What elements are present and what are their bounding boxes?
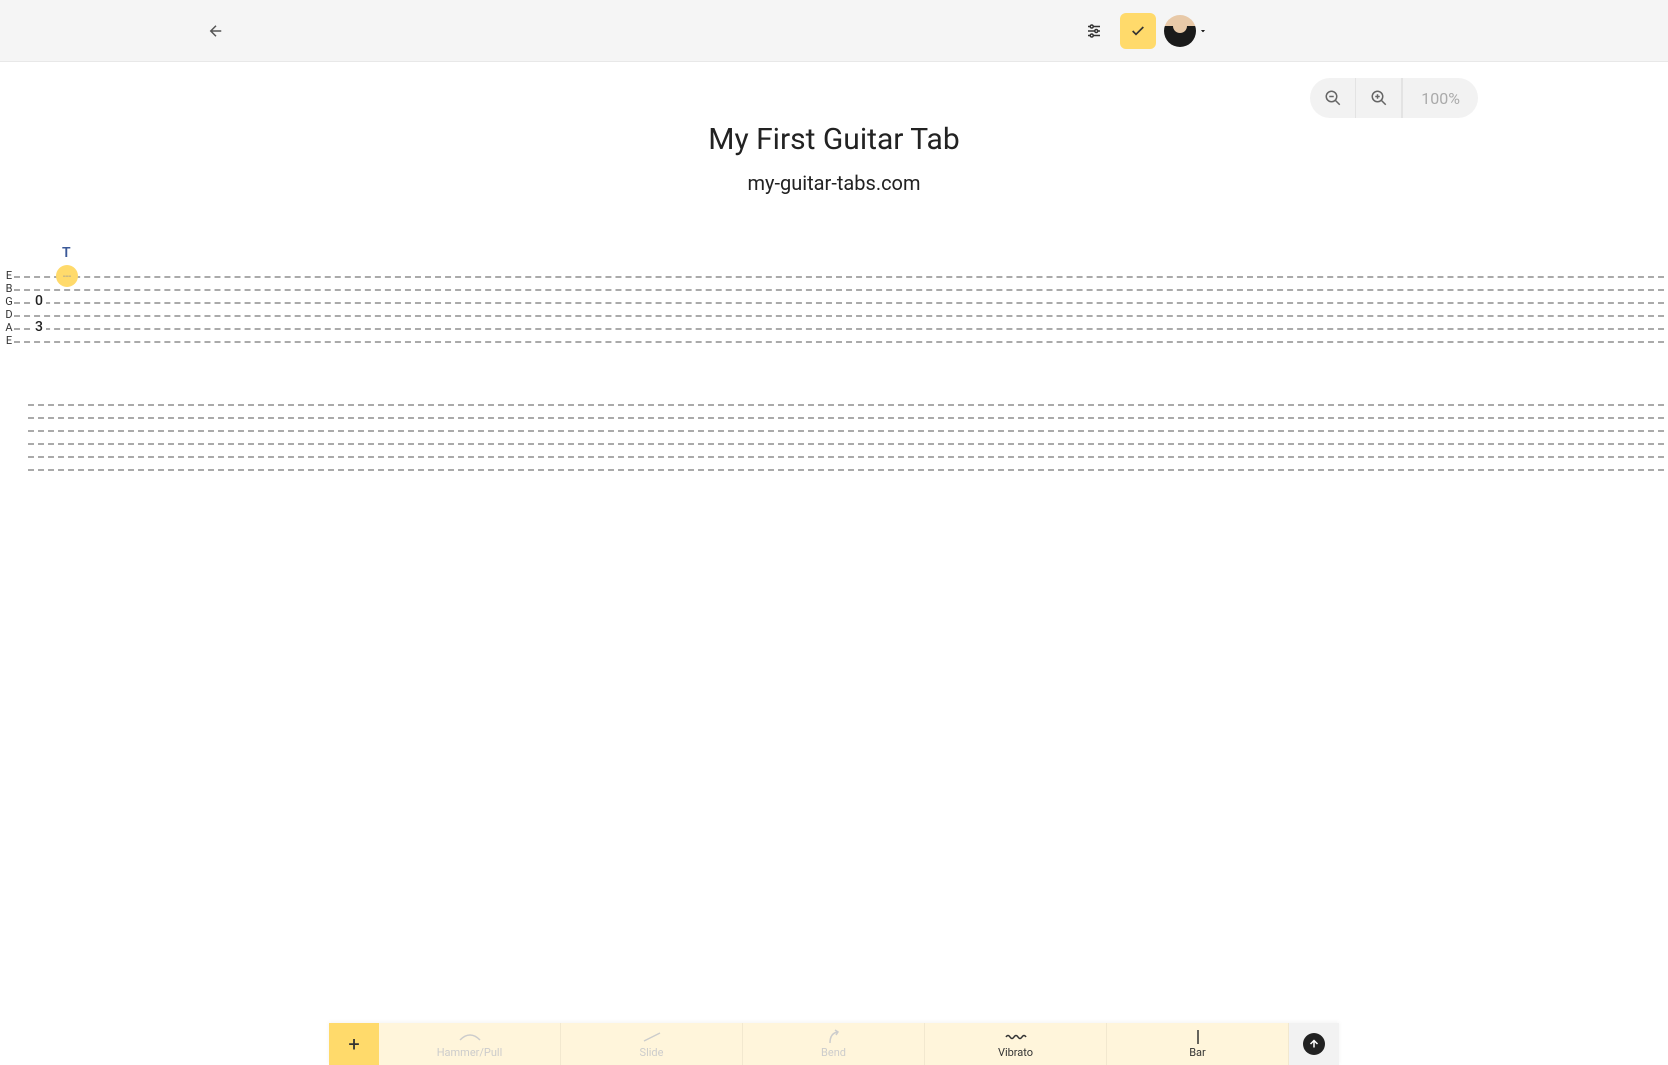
tab-string-1[interactable] bbox=[4, 410, 1664, 423]
string-line bbox=[28, 456, 1664, 458]
toolbar-slide: Slide bbox=[561, 1023, 743, 1065]
string-label: G bbox=[4, 295, 14, 308]
arrow-up-icon bbox=[1303, 1033, 1325, 1055]
toolbar-label: Slide bbox=[640, 1046, 664, 1059]
string-line bbox=[28, 443, 1664, 445]
tab-editor[interactable]: T E---BG0DA3E bbox=[0, 245, 1668, 475]
string-line bbox=[28, 417, 1664, 419]
confirm-button[interactable] bbox=[1120, 13, 1156, 49]
zoom-controls: 100% bbox=[1310, 78, 1478, 118]
zoom-in-button[interactable] bbox=[1356, 78, 1402, 118]
document-title[interactable]: My First Guitar Tab bbox=[0, 122, 1668, 157]
zoom-in-icon bbox=[1370, 89, 1388, 107]
tab-string-2[interactable]: G0 bbox=[4, 295, 1664, 308]
caret-down-icon bbox=[1198, 26, 1208, 36]
string-label: B bbox=[4, 282, 14, 295]
string-label: D bbox=[4, 308, 14, 321]
zoom-value: 100% bbox=[1402, 78, 1478, 118]
toolbar-vibrato[interactable]: Vibrato bbox=[925, 1023, 1107, 1065]
avatar bbox=[1164, 15, 1196, 47]
bar-icon bbox=[1196, 1030, 1200, 1044]
string-line bbox=[28, 469, 1664, 471]
sliders-icon bbox=[1085, 22, 1103, 40]
toolbar-bar[interactable]: Bar bbox=[1107, 1023, 1289, 1065]
string-line bbox=[14, 276, 1664, 278]
string-label: E bbox=[4, 269, 14, 282]
fret-number[interactable]: 0 bbox=[32, 293, 46, 309]
curve-up-icon bbox=[827, 1030, 841, 1044]
toolbar-label: Vibrato bbox=[998, 1046, 1033, 1059]
scroll-up-button[interactable] bbox=[1289, 1023, 1339, 1065]
back-button[interactable] bbox=[200, 15, 232, 47]
tab-string-5[interactable] bbox=[4, 462, 1664, 475]
document-subtitle[interactable]: my-guitar-tabs.com bbox=[0, 171, 1668, 195]
header-left bbox=[20, 15, 232, 47]
tab-string-3[interactable] bbox=[4, 436, 1664, 449]
tab-string-4[interactable] bbox=[4, 449, 1664, 462]
tab-string-4[interactable]: A3 bbox=[4, 321, 1664, 334]
string-label: E bbox=[4, 334, 14, 347]
zoom-out-button[interactable] bbox=[1310, 78, 1356, 118]
zoom-out-icon bbox=[1324, 89, 1342, 107]
slash-icon bbox=[642, 1030, 662, 1044]
tab-string-0[interactable] bbox=[4, 397, 1664, 410]
tab-string-0[interactable]: E--- bbox=[4, 269, 1664, 282]
settings-button[interactable] bbox=[1076, 13, 1112, 49]
toolbar-hammerpull: Hammer/Pull bbox=[379, 1023, 561, 1065]
tab-string-5[interactable]: E bbox=[4, 334, 1664, 347]
tab-string-2[interactable] bbox=[4, 423, 1664, 436]
toolbar-bend: Bend bbox=[743, 1023, 925, 1065]
string-label: A bbox=[4, 321, 14, 334]
toolbar-label: Bend bbox=[821, 1046, 846, 1059]
string-line bbox=[14, 315, 1664, 317]
tab-block-1[interactable]: E---BG0DA3E bbox=[4, 269, 1664, 347]
string-line bbox=[14, 328, 1664, 330]
check-icon bbox=[1130, 23, 1146, 39]
add-button[interactable]: + bbox=[329, 1023, 379, 1065]
fret-number[interactable]: 3 bbox=[32, 319, 46, 335]
string-line bbox=[28, 430, 1664, 432]
string-line bbox=[14, 341, 1664, 343]
tab-string-1[interactable]: B bbox=[4, 282, 1664, 295]
tab-string-3[interactable]: D bbox=[4, 308, 1664, 321]
user-menu[interactable] bbox=[1164, 15, 1208, 47]
string-line bbox=[28, 404, 1664, 406]
toolbar-label: Bar bbox=[1189, 1046, 1206, 1059]
document-main: My First Guitar Tab my-guitar-tabs.com T… bbox=[0, 62, 1668, 475]
wave-icon bbox=[1005, 1030, 1027, 1044]
tab-cursor[interactable]: --- bbox=[56, 265, 78, 287]
app-header bbox=[0, 0, 1668, 62]
arc-icon bbox=[458, 1030, 482, 1044]
tab-marker: T bbox=[62, 245, 1664, 261]
arrow-left-icon bbox=[207, 22, 225, 40]
tab-block-2[interactable] bbox=[4, 397, 1664, 475]
string-line bbox=[14, 289, 1664, 291]
bottom-toolbar: + Hammer/Pull Slide Bend Vibrato Bar bbox=[329, 1023, 1339, 1065]
toolbar-label: Hammer/Pull bbox=[437, 1046, 503, 1059]
header-right bbox=[1076, 13, 1648, 49]
string-line bbox=[14, 302, 1664, 304]
